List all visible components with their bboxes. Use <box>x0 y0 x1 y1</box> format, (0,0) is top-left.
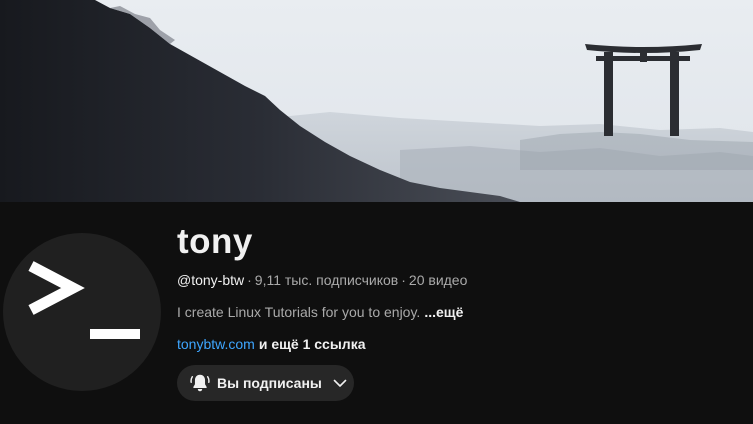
channel-banner <box>0 0 753 202</box>
channel-handle: @tony-btw <box>177 272 245 288</box>
description-text: I create Linux Tutorials for you to enjo… <box>177 304 421 320</box>
chevron-down-icon <box>332 375 348 391</box>
channel-description[interactable]: I create Linux Tutorials for you to enjo… <box>177 304 463 320</box>
channel-avatar[interactable] <box>3 233 161 391</box>
subscribed-button[interactable]: Вы подписаны <box>177 365 354 401</box>
channel-name: tony <box>177 222 253 261</box>
channel-page: tony @tony-btw · 9,11 тыс. подписчиков · 20 … <box>0 0 753 424</box>
meta-separator: · <box>247 272 252 288</box>
banner-artwork <box>0 0 753 202</box>
bell-ringing-icon <box>189 372 211 394</box>
more-links-button[interactable]: и ещё 1 ссылка <box>259 336 366 352</box>
channel-website-link[interactable]: tonybtw.com <box>177 336 255 352</box>
subscribed-button-label: Вы подписаны <box>217 375 322 391</box>
subscriber-count: 9,11 тыс. подписчиков <box>254 272 399 288</box>
meta-separator: · <box>401 272 406 288</box>
description-more-button[interactable]: ...ещё <box>424 304 463 320</box>
channel-meta: @tony-btw · 9,11 тыс. подписчиков · 20 видео <box>177 272 467 288</box>
terminal-prompt-icon <box>28 261 140 339</box>
channel-links: tonybtw.com и ещё 1 ссылка <box>177 336 366 352</box>
video-count: 20 видео <box>408 272 468 288</box>
